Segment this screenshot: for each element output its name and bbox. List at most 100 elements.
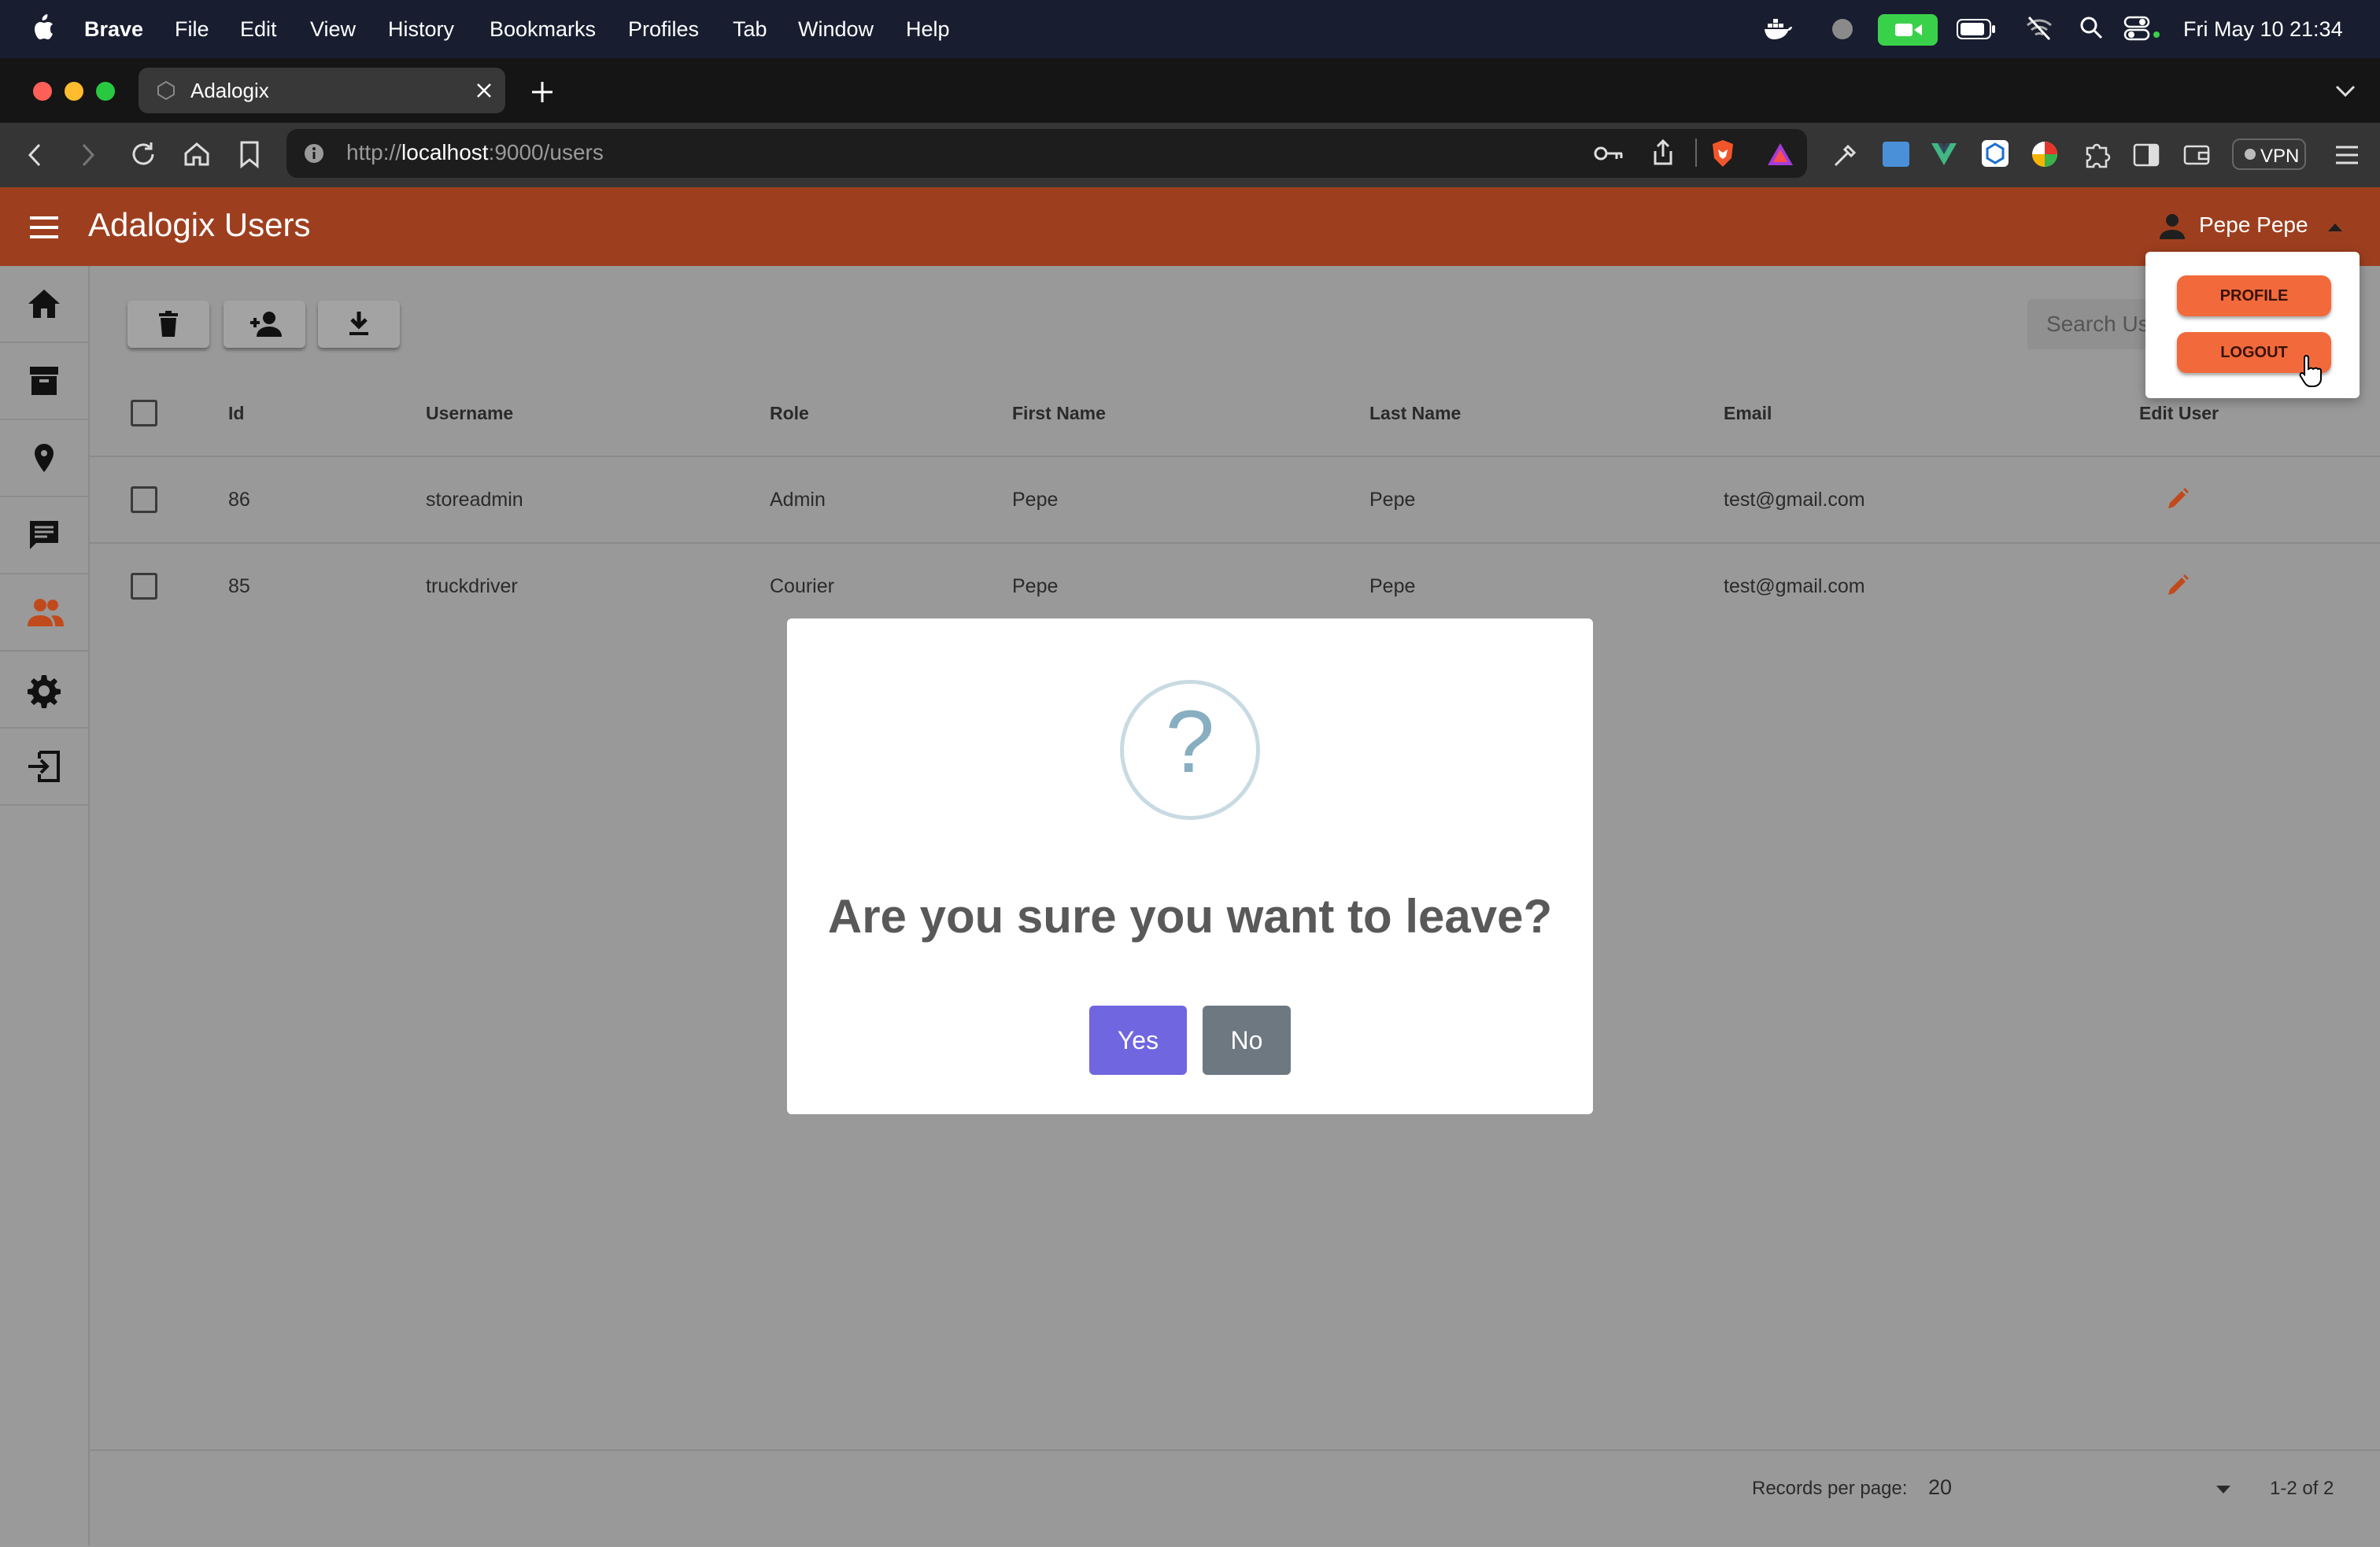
sidebar-item-logout[interactable] (0, 729, 88, 806)
export-users-button[interactable] (318, 301, 400, 348)
page-title: Adalogix Users (88, 206, 311, 243)
site-info-icon[interactable] (304, 143, 324, 164)
column-header-first-name[interactable]: First Name (1012, 403, 1106, 424)
clapper-extension-icon[interactable] (1883, 142, 1909, 167)
sidebar-item-users[interactable] (0, 574, 88, 652)
forward-icon[interactable] (79, 142, 98, 168)
extensions-puzzle-icon[interactable] (2082, 140, 2111, 168)
apple-icon[interactable] (31, 13, 55, 42)
column-header-edit-user: Edit User (2139, 403, 2219, 423)
cell-last-name: Pepe (1369, 575, 1416, 597)
chat-icon (30, 521, 58, 549)
column-header-username[interactable]: Username (426, 403, 513, 424)
facetime-icon[interactable] (1878, 14, 1938, 46)
users-icon (28, 599, 64, 626)
bookmark-icon[interactable] (238, 140, 261, 168)
edit-pencil-icon[interactable] (2166, 574, 2190, 597)
vpn-label: VPN (2260, 146, 2300, 167)
wifi-off-icon[interactable] (2026, 16, 2053, 41)
tab-list-chevron-icon[interactable] (2334, 83, 2356, 99)
row-checkbox[interactable] (131, 573, 157, 600)
cell-email: test@gmail.com (1724, 575, 1865, 597)
sidebar-nav (0, 266, 90, 1545)
menu-tab[interactable]: Tab (733, 16, 767, 42)
sidebar-item-home[interactable] (0, 266, 88, 343)
menu-app-name[interactable]: Brave (84, 16, 143, 42)
records-dropdown-icon[interactable] (2215, 1484, 2232, 1495)
user-menu-trigger[interactable]: Pepe Pepe (2199, 212, 2308, 238)
extension-colorwheel-icon[interactable] (2031, 140, 2059, 168)
url-text[interactable]: http://localhost:9000/users (346, 140, 604, 165)
new-tab-icon[interactable] (530, 80, 554, 104)
sidebar-item-archive[interactable] (0, 343, 88, 420)
window-minimize-button[interactable] (65, 82, 83, 101)
caret-up-icon[interactable] (2326, 222, 2344, 233)
menu-view[interactable]: View (310, 16, 356, 42)
person-add-icon (250, 312, 282, 337)
confirm-yes-button[interactable]: Yes (1089, 1006, 1187, 1075)
sidebar-toggle-icon[interactable] (2133, 143, 2160, 167)
color-picker-extension-icon[interactable] (1832, 140, 1859, 168)
cell-id: 85 (228, 575, 250, 597)
browser-tab-active[interactable]: Adalogix (139, 68, 505, 113)
menu-help[interactable]: Help (906, 16, 950, 42)
app-header (0, 187, 2380, 266)
vue-devtools-icon[interactable] (1930, 142, 1958, 167)
window-maximize-button[interactable] (96, 82, 115, 101)
menu-bookmarks[interactable]: Bookmarks (490, 16, 596, 42)
hamburger-menu-icon[interactable] (28, 216, 60, 239)
table-footer (90, 1449, 2380, 1547)
settings-icon (28, 675, 61, 708)
control-center-icon[interactable] (2123, 16, 2161, 41)
back-icon[interactable] (25, 142, 44, 168)
share-icon[interactable] (1651, 138, 1675, 167)
password-key-icon[interactable] (1593, 143, 1624, 164)
menu-file[interactable]: File (175, 16, 209, 42)
brave-rewards-icon[interactable] (1766, 142, 1794, 167)
row-checkbox[interactable] (131, 486, 157, 513)
record-indicator-icon[interactable] (1832, 19, 1853, 39)
menu-history[interactable]: History (388, 16, 454, 42)
profile-button[interactable]: PROFILE (2177, 275, 2331, 316)
wallet-icon[interactable] (2183, 143, 2212, 167)
tab-title: Adalogix (190, 79, 269, 102)
sidebar-item-settings[interactable] (0, 652, 88, 729)
records-per-page-label: Records per page: (1752, 1478, 1908, 1499)
extension-hexagon-icon[interactable] (1982, 140, 2009, 167)
menu-profiles[interactable]: Profiles (628, 16, 699, 42)
home-button-icon[interactable] (183, 140, 211, 168)
download-icon (349, 312, 368, 335)
sidebar-item-location[interactable] (0, 420, 88, 497)
column-header-role[interactable]: Role (770, 403, 809, 424)
brave-shields-icon[interactable] (1709, 138, 1736, 168)
macos-menu-bar: Brave File Edit View History Bookmarks P… (0, 0, 2380, 58)
add-user-button[interactable] (224, 301, 305, 348)
sidebar-item-messages[interactable] (0, 497, 88, 574)
edit-pencil-icon[interactable] (2166, 487, 2190, 511)
column-header-last-name[interactable]: Last Name (1369, 403, 1461, 424)
column-header-id[interactable]: Id (228, 403, 244, 424)
spotlight-search-icon[interactable] (2079, 16, 2103, 41)
cancel-no-button[interactable]: No (1203, 1006, 1291, 1075)
select-all-checkbox[interactable] (131, 400, 157, 426)
browser-menu-icon[interactable] (2334, 145, 2360, 165)
column-header-email[interactable]: Email (1724, 403, 1772, 424)
user-menu-popup (2145, 252, 2360, 398)
vpn-status-icon (2245, 149, 2256, 160)
docker-icon[interactable] (1763, 17, 1793, 41)
menubar-clock[interactable]: Fri May 10 21:34 (2183, 16, 2343, 42)
reload-icon[interactable] (129, 140, 157, 168)
battery-icon[interactable] (1957, 19, 1996, 39)
dialog-title: Are you sure you want to leave? (827, 890, 1553, 943)
user-account-icon[interactable] (2158, 212, 2186, 241)
menu-window[interactable]: Window (798, 16, 874, 42)
records-per-page-select[interactable]: 20 (1928, 1475, 1952, 1500)
tab-close-icon[interactable] (475, 82, 493, 99)
vpn-button[interactable]: VPN (2232, 138, 2306, 170)
delete-users-button[interactable] (128, 301, 209, 348)
cell-last-name: Pepe (1369, 489, 1416, 511)
menu-edit[interactable]: Edit (240, 16, 277, 42)
cell-id: 86 (228, 489, 250, 511)
cell-first-name: Pepe (1012, 575, 1059, 597)
window-close-button[interactable] (33, 82, 52, 101)
